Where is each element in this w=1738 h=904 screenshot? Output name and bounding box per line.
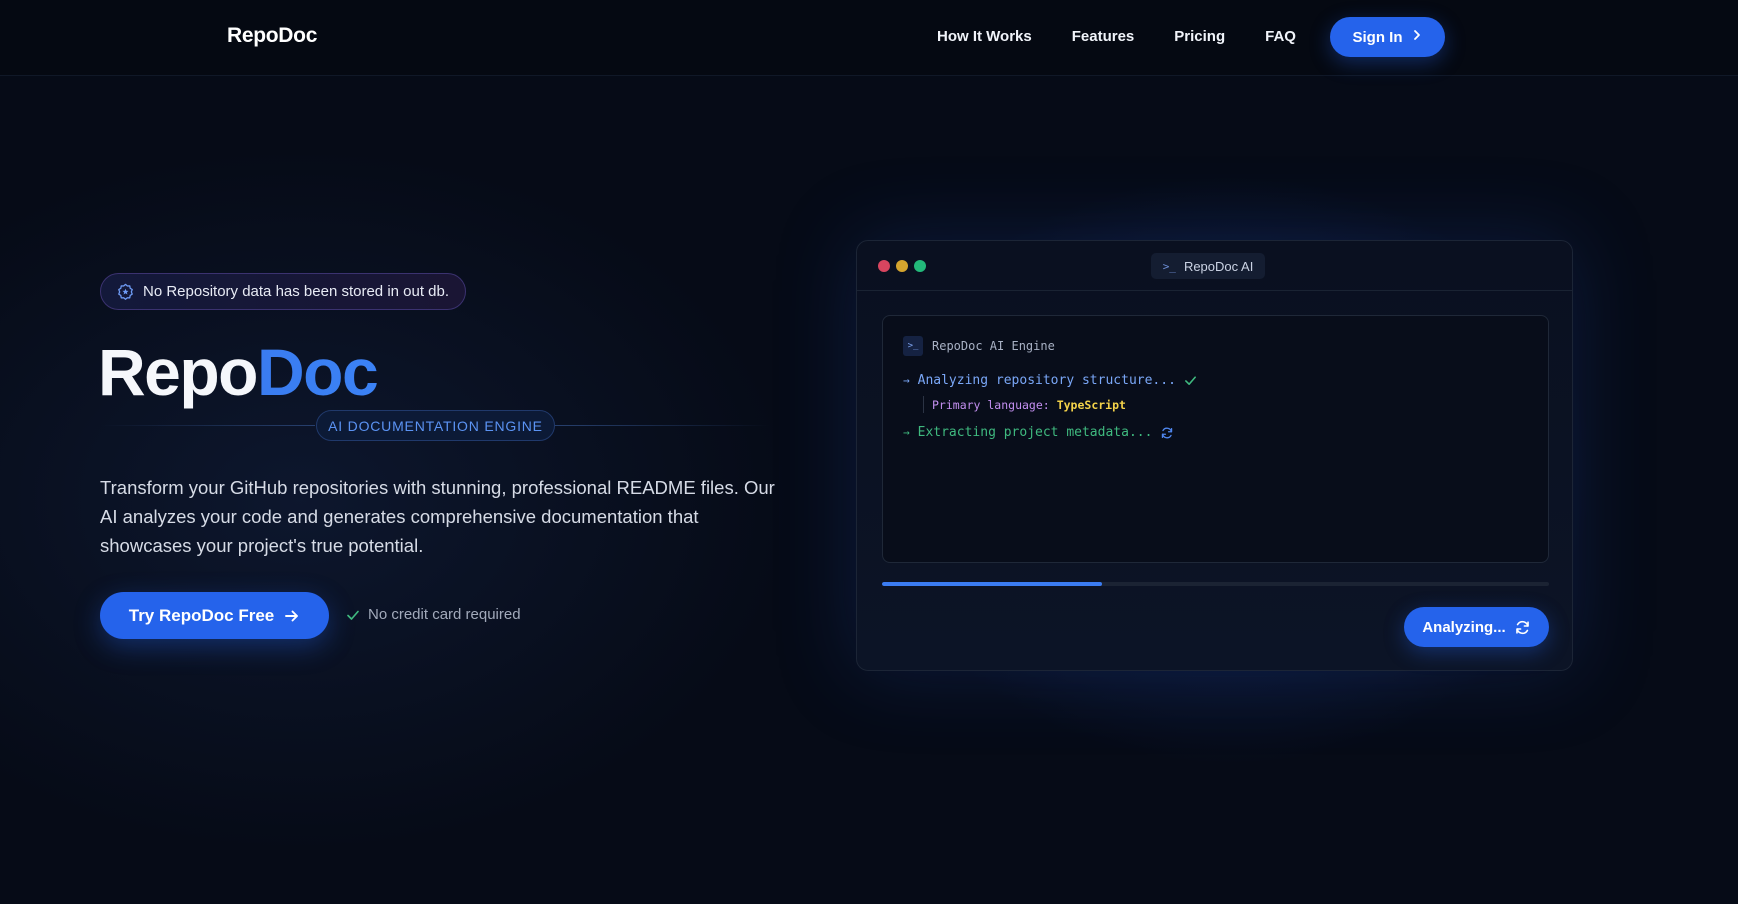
divider-left	[100, 425, 315, 426]
nav-links: How It Works Features Pricing FAQ	[937, 28, 1336, 45]
hero-title: RepoDoc	[98, 334, 379, 410]
progress-fill	[882, 582, 1103, 586]
top-nav: RepoDoc How It Works Features Pricing FA…	[0, 0, 1738, 76]
terminal-header: >_ RepoDoc AI Engine	[903, 336, 1055, 356]
arrow-icon: →	[903, 426, 910, 439]
arrow-right-icon	[285, 610, 299, 621]
nav-link-features[interactable]: Features	[1072, 28, 1135, 45]
nav-link-pricing[interactable]: Pricing	[1174, 28, 1225, 45]
nav-link-how-it-works[interactable]: How It Works	[937, 28, 1032, 45]
terminal-icon: >_	[903, 336, 923, 356]
window-maximize-dot	[914, 260, 926, 272]
hero-title-repo: Repo	[98, 335, 259, 409]
window-tab-label: RepoDoc AI	[1183, 258, 1254, 274]
divider-right	[555, 425, 770, 426]
step-analyzing-text: Analyzing repository structure...	[917, 373, 1176, 388]
sign-in-button[interactable]: Sign In	[1330, 17, 1445, 57]
window-close-dot	[878, 260, 890, 272]
chevron-right-icon	[1411, 29, 1423, 45]
no-credit-card-note: No credit card required	[346, 606, 521, 623]
terminal-line-language: Primary language: TypeScript	[923, 396, 1126, 413]
terminal-icon: >_	[1162, 259, 1176, 273]
sign-in-label: Sign In	[1352, 28, 1403, 46]
hero-title-doc: Doc	[257, 335, 379, 409]
analyzing-button[interactable]: Analyzing...	[1404, 607, 1549, 647]
language-value: TypeScript	[1056, 397, 1126, 412]
demo-window: >_ RepoDoc AI >_ RepoDoc AI Engine → Ana…	[856, 240, 1573, 671]
step-extracting-text: Extracting project metadata...	[917, 425, 1153, 440]
analysis-progress-bar	[882, 582, 1549, 586]
privacy-notice-text: No Repository data has been stored in ou…	[143, 283, 450, 300]
no-credit-card-text: No credit card required	[368, 606, 521, 623]
terminal-line-extracting: → Extracting project metadata...	[903, 425, 1174, 440]
language-key: Primary language:	[932, 397, 1050, 412]
window-minimize-dot	[896, 260, 908, 272]
try-free-button[interactable]: Try RepoDoc Free	[100, 592, 329, 639]
refresh-icon	[1162, 427, 1173, 438]
privacy-notice-badge: No Repository data has been stored in ou…	[100, 273, 466, 310]
try-free-label: Try RepoDoc Free	[128, 605, 275, 625]
terminal-line-analyzing: → Analyzing repository structure...	[903, 373, 1197, 388]
refresh-icon	[1515, 620, 1529, 634]
brand-logo[interactable]: RepoDoc	[227, 24, 317, 48]
window-titlebar: >_ RepoDoc AI	[857, 241, 1572, 291]
arrow-icon: →	[903, 374, 910, 387]
analyzing-label: Analyzing...	[1422, 618, 1506, 636]
engine-badge: AI DOCUMENTATION ENGINE	[316, 410, 555, 441]
badge-icon	[118, 283, 133, 300]
window-tab: >_ RepoDoc AI	[1151, 253, 1265, 279]
check-icon	[1184, 376, 1196, 386]
check-icon	[347, 610, 359, 620]
terminal-output: >_ RepoDoc AI Engine → Analyzing reposit…	[882, 315, 1549, 563]
hero-description: Transform your GitHub repositories with …	[100, 477, 775, 556]
nav-link-faq[interactable]: FAQ	[1265, 28, 1296, 45]
terminal-title: RepoDoc AI Engine	[932, 339, 1055, 353]
